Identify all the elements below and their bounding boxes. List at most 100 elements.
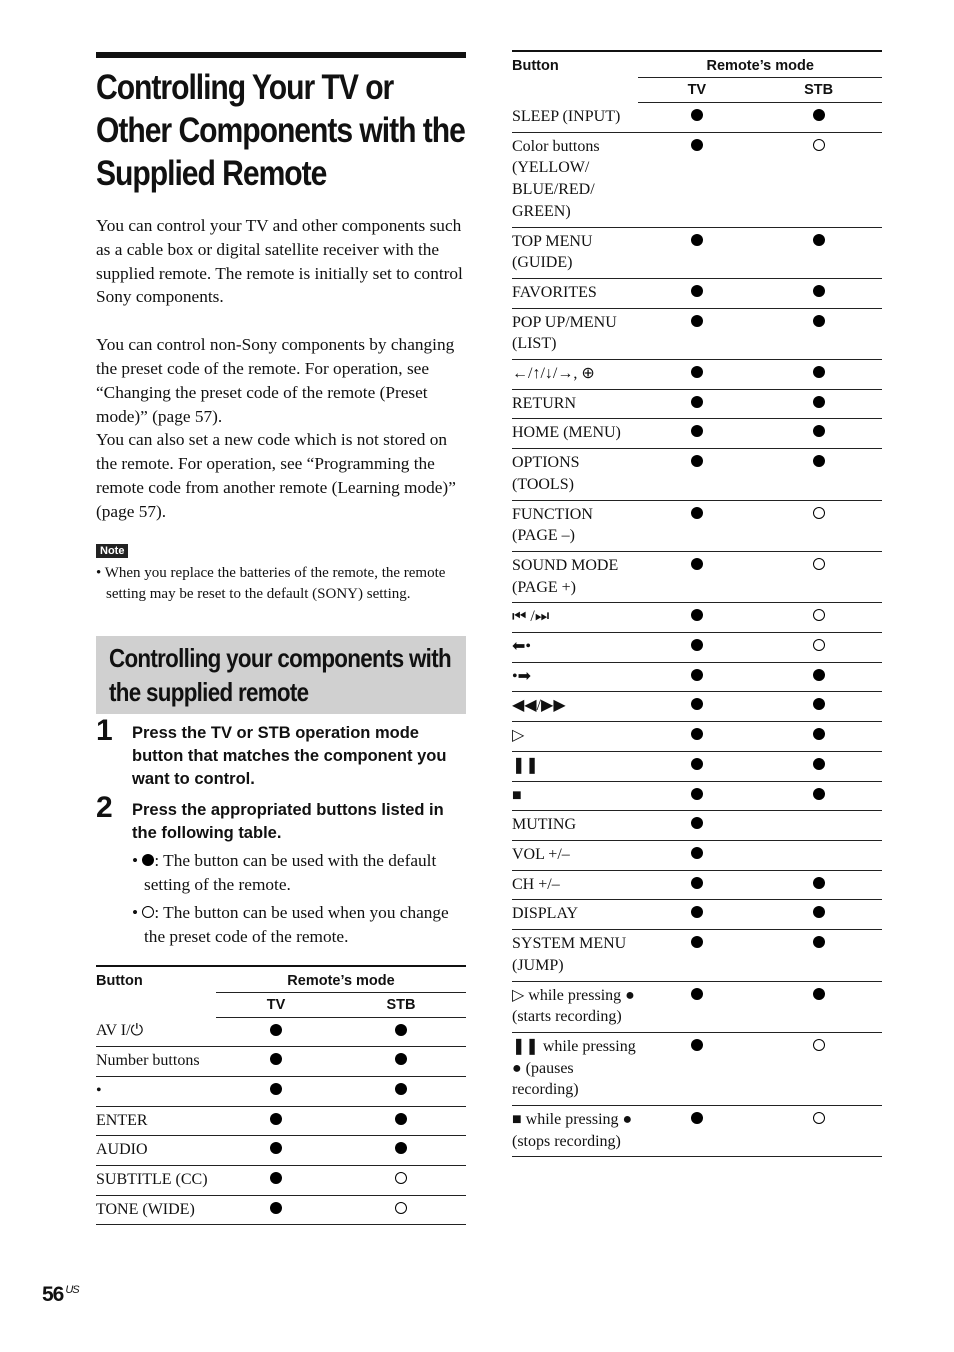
- filled-circle-icon: [812, 936, 825, 949]
- table-row: MUTING: [512, 810, 882, 841]
- col-stb: STB: [755, 77, 882, 103]
- filled-circle-icon: [812, 366, 825, 379]
- button-name: ▷ while pressing ● (starts recording): [512, 981, 639, 1033]
- tv-support: [638, 1105, 756, 1158]
- col-remote-mode: Remote’s mode: [216, 964, 466, 993]
- filled-circle-icon: [270, 1142, 282, 1155]
- table-row: DISPLAY: [512, 899, 882, 931]
- button-name: CH +/–: [512, 870, 639, 901]
- stb-support: [336, 1106, 466, 1137]
- tv-support: [638, 602, 756, 634]
- stb-support: [755, 359, 882, 390]
- tv-support: [638, 1032, 756, 1107]
- tv-support: [638, 810, 756, 841]
- tv-support: [216, 1046, 336, 1077]
- filled-circle-icon: [812, 987, 825, 1000]
- filled-circle-icon: [812, 668, 825, 681]
- filled-circle-icon: [270, 1023, 282, 1036]
- filled-circle-icon: [812, 698, 825, 711]
- filled-circle-icon: [395, 1082, 407, 1095]
- button-name: TOP MENU (GUIDE): [512, 227, 639, 279]
- intro-paragraph: You can control your TV and other compon…: [96, 216, 463, 307]
- filled-circle-icon: [395, 1053, 407, 1066]
- intro-paragraph: You can also set a new code which is not…: [96, 430, 456, 521]
- page-title: Controlling Your TV or Other Components …: [96, 68, 466, 193]
- tv-support: [638, 662, 756, 693]
- button-name: Number buttons: [96, 1046, 216, 1077]
- button-name: AV I/⏻: [96, 1017, 216, 1048]
- stb-support: [755, 500, 882, 552]
- filled-circle-icon: [270, 1112, 282, 1125]
- button-name: ■: [512, 781, 639, 812]
- filled-circle-icon: [690, 395, 703, 408]
- table-row: FUNCTION (PAGE –): [512, 500, 882, 552]
- button-name: VOL +/–: [512, 840, 639, 871]
- table-row: SYSTEM MENU (JUMP): [512, 929, 882, 982]
- button-name: ⬅•: [512, 632, 639, 663]
- filled-circle-icon: [812, 233, 825, 246]
- tv-support: [638, 899, 756, 931]
- filled-circle-icon: [690, 109, 703, 121]
- step-text: Press the TV or STB operation mode butto…: [132, 723, 447, 788]
- filled-circle-icon: [270, 1082, 282, 1095]
- filled-circle-icon: [395, 1142, 407, 1155]
- tv-support: [638, 359, 756, 390]
- tv-support: [638, 308, 756, 361]
- stb-support: [336, 1165, 466, 1196]
- button-name: FAVORITES: [512, 278, 639, 309]
- filled-circle-icon: [690, 728, 703, 741]
- filled-circle-icon: [812, 455, 825, 468]
- filled-circle-icon: [690, 314, 703, 327]
- filled-circle-icon: [812, 728, 825, 741]
- table-row: AV I/⏻: [96, 1017, 466, 1048]
- table-row: HOME (MENU): [512, 418, 882, 450]
- filled-circle-icon: [690, 609, 703, 622]
- button-name: MUTING: [512, 810, 639, 841]
- col-stb: STB: [336, 991, 466, 1018]
- filled-circle-icon: [690, 366, 703, 379]
- filled-circle-icon: [812, 284, 825, 297]
- button-name: DISPLAY: [512, 899, 639, 931]
- filled-circle-icon: [812, 876, 825, 889]
- step-number: 1: [96, 713, 113, 747]
- open-circle-icon: [812, 1112, 825, 1125]
- stb-support: [755, 389, 882, 420]
- filled-circle-icon: [690, 817, 703, 830]
- page-number: 56 US: [42, 1283, 80, 1306]
- filled-circle-icon: [690, 1112, 703, 1125]
- tv-support: [638, 132, 756, 228]
- open-circle-icon: [395, 1172, 407, 1185]
- stb-support: [336, 1017, 466, 1048]
- stb-support: [336, 1076, 466, 1107]
- table-row: •: [96, 1076, 466, 1107]
- tv-support: [638, 102, 756, 133]
- table-row: ❚❚: [512, 751, 882, 782]
- legend-open: • : The button can be used when you chan…: [132, 902, 449, 946]
- table-row: ▷ while pressing ● (starts recording): [512, 981, 882, 1033]
- filled-circle-icon: [690, 936, 703, 949]
- stb-support: [755, 227, 882, 279]
- table-row: FAVORITES: [512, 278, 882, 309]
- button-name: •➡: [512, 662, 639, 693]
- tv-support: [638, 870, 756, 901]
- filled-circle-icon: [395, 1112, 407, 1125]
- filled-circle-icon: [690, 757, 703, 770]
- stb-support: [755, 751, 882, 782]
- tv-support: [216, 1076, 336, 1107]
- filled-circle-icon: [690, 787, 703, 800]
- intro-paragraph: You can control non-Sony components by c…: [96, 335, 455, 426]
- section-heading: Controlling your components with the sup…: [109, 642, 452, 707]
- table-row: POP UP/MENU (LIST): [512, 308, 882, 361]
- filled-circle-icon: [812, 757, 825, 770]
- tv-support: [638, 981, 756, 1033]
- stb-support: [336, 1195, 466, 1226]
- tv-support: [638, 448, 756, 501]
- table-row: VOL +/–: [512, 840, 882, 871]
- tv-support: [638, 751, 756, 782]
- step-text: Press the appropriated buttons listed in…: [132, 800, 444, 842]
- note-tag: Note: [96, 543, 129, 558]
- table-row: ←/↑/↓/→, ⊕: [512, 359, 882, 390]
- button-name: OPTIONS (TOOLS): [512, 448, 639, 501]
- open-circle-icon: [812, 506, 825, 519]
- filled-circle-icon: [690, 1038, 703, 1051]
